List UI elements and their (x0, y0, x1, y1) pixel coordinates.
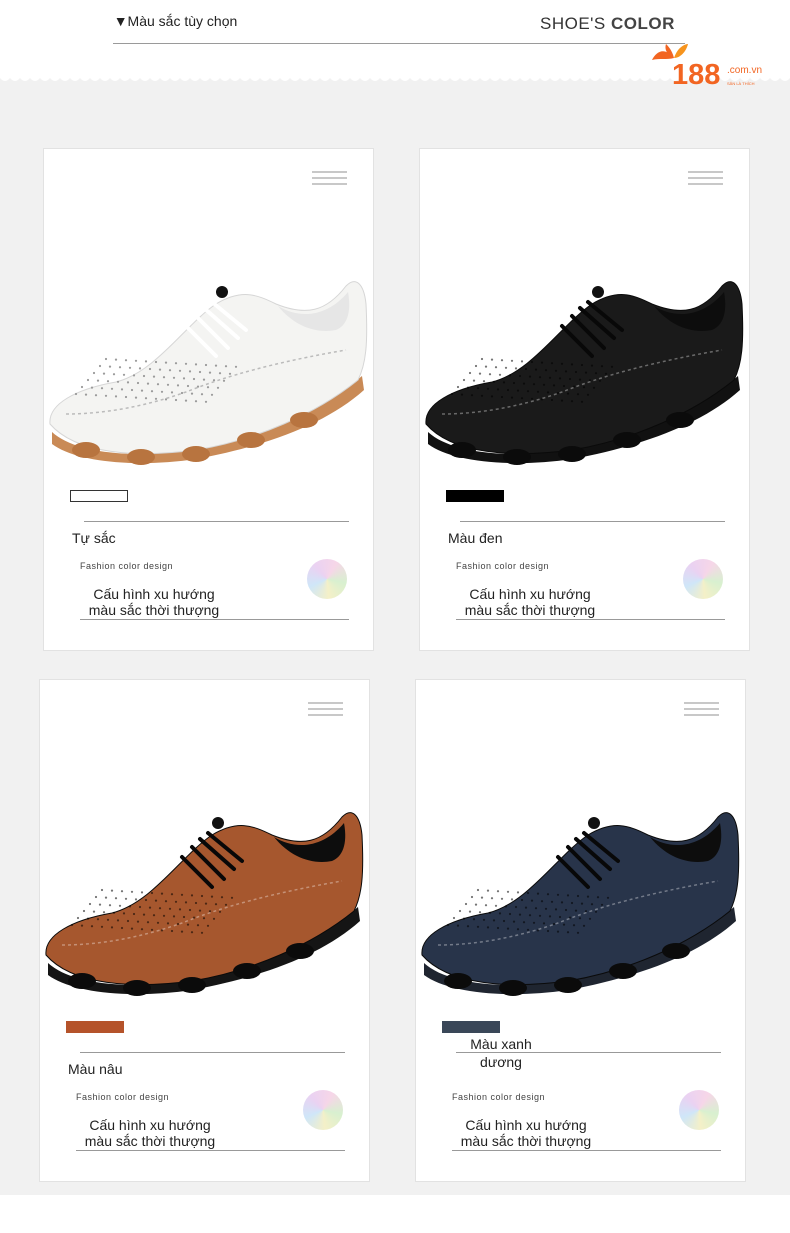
logo-suffix: .com.vn (727, 65, 762, 76)
logo-slogan: SĂN LÀ THÍCH (727, 81, 755, 86)
color-card-2[interactable]: Màu đen Fashion color design Cấu hình xu… (419, 148, 750, 651)
shoe-image (49, 281, 368, 465)
color-swatch (70, 490, 128, 502)
holographic-disc-icon (683, 559, 723, 599)
section-tag: ▼Màu sắc tùy chọn (113, 13, 238, 29)
card-divider-bottom (456, 619, 725, 620)
card-description: Cấu hình xu hướng màu sắc thời thượng (464, 586, 596, 618)
brand-logo[interactable]: 188 .com.vn SĂN LÀ THÍCH (652, 42, 774, 91)
card-divider-bottom (76, 1150, 345, 1151)
card-divider (84, 521, 349, 522)
card-subtitle: Fashion color design (452, 1092, 546, 1102)
color-card-4[interactable]: Màu xanh dương Fashion color design Cấu … (415, 679, 746, 1182)
color-name: Màu đen (448, 530, 503, 546)
card-description: Cấu hình xu hướng màu sắc thời thượng (84, 1117, 216, 1149)
card-divider-bottom (80, 619, 349, 620)
shoe-image (45, 812, 364, 996)
logo-brand: 188 (672, 59, 720, 88)
card-description: Cấu hình xu hướng màu sắc thời thượng (88, 586, 220, 618)
bottom-strip (0, 1195, 790, 1233)
card-divider (80, 1052, 345, 1053)
holographic-disc-icon (307, 559, 347, 599)
color-name: Màu nâu (68, 1061, 123, 1077)
holographic-disc-icon (303, 1090, 343, 1130)
shoe-image (425, 281, 744, 465)
section-title: SHOE'S COLOR (540, 14, 675, 34)
color-name: Tự sắc (72, 530, 116, 546)
card-divider (460, 521, 725, 522)
holographic-disc-icon (679, 1090, 719, 1130)
color-card-1[interactable]: Tự sắc Fashion color design Cấu hình xu … (43, 148, 374, 651)
color-swatch (446, 490, 504, 502)
menu-lines-icon (684, 702, 719, 720)
card-subtitle: Fashion color design (76, 1092, 170, 1102)
product-color-page: ▼Màu sắc tùy chọn SHOE'S COLOR 188 .com.… (0, 0, 790, 1233)
color-swatch (66, 1021, 124, 1033)
title-bold: COLOR (611, 14, 675, 33)
color-swatch (442, 1021, 500, 1033)
menu-lines-icon (308, 702, 343, 720)
color-card-3[interactable]: Màu nâu Fashion color design Cấu hình xu… (39, 679, 370, 1182)
card-subtitle: Fashion color design (80, 561, 174, 571)
menu-lines-icon (688, 171, 723, 189)
shoe-image (421, 812, 740, 996)
logo-leaf-icon: 188 .com.vn SĂN LÀ THÍCH (652, 44, 762, 91)
card-description: Cấu hình xu hướng màu sắc thời thượng (460, 1117, 592, 1149)
card-divider-bottom (452, 1150, 721, 1151)
title-light: SHOE'S (540, 14, 611, 33)
menu-lines-icon (312, 171, 347, 189)
color-name: Màu xanh dương (470, 1036, 532, 1070)
card-subtitle: Fashion color design (456, 561, 550, 571)
header-divider (113, 43, 685, 44)
